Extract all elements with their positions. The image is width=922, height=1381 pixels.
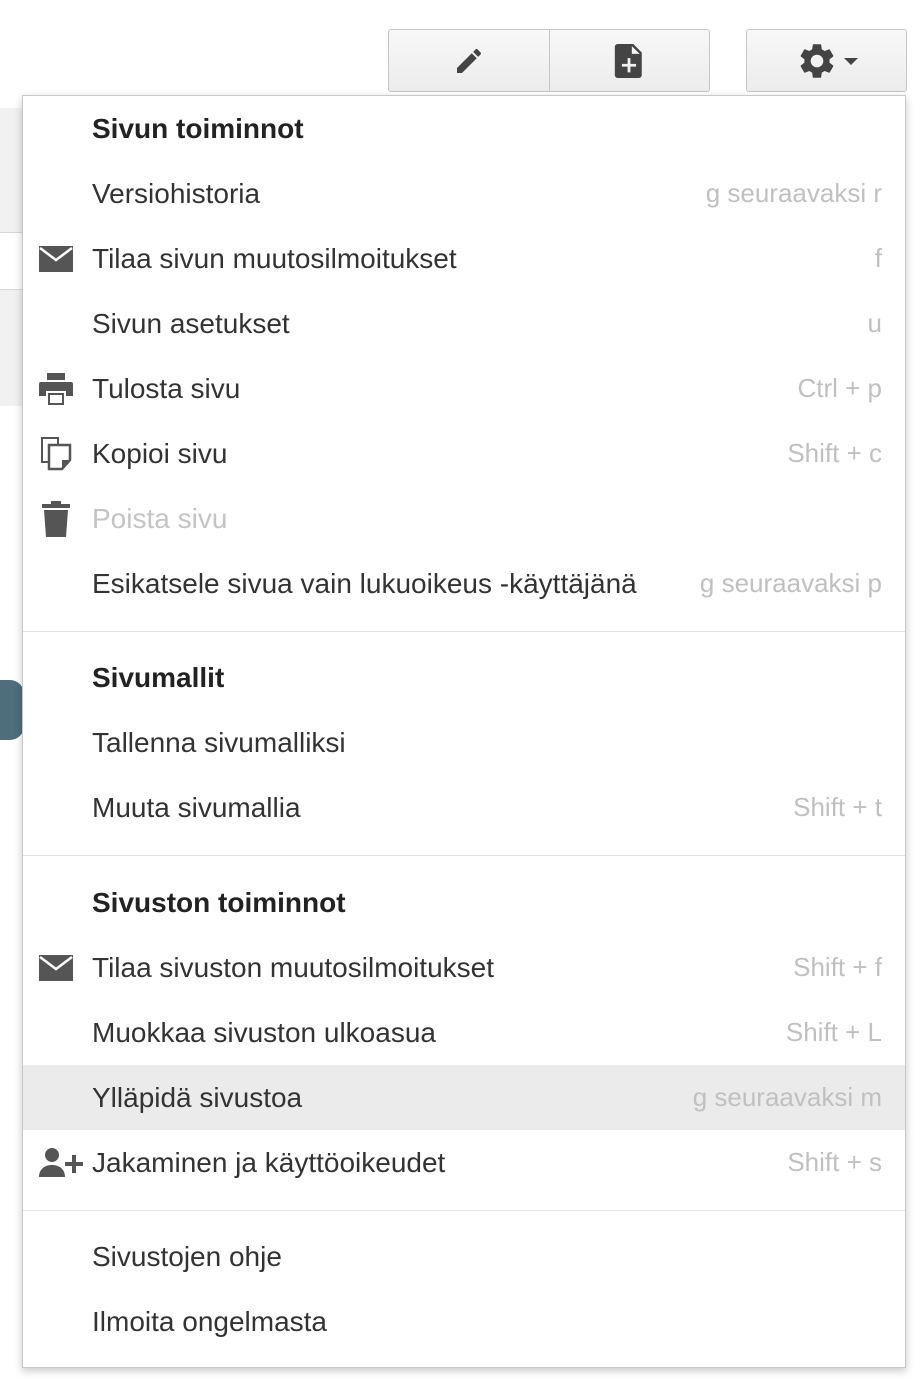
- add-person-icon: [38, 1145, 84, 1181]
- menu-item-label: Sivustojen ohje: [92, 1240, 282, 1272]
- gear-icon: [796, 40, 838, 82]
- new-page-button[interactable]: [548, 30, 710, 91]
- menu-item-label: Tilaa sivuston muutosilmoitukset: [92, 951, 495, 983]
- menu-item-subscribe-site-changes[interactable]: Tilaa sivuston muutosilmoitukset Shift +…: [23, 935, 905, 1000]
- chevron-down-icon: [843, 56, 858, 66]
- menu-divider: [23, 855, 905, 856]
- menu-item-shortcut: Shift + c: [787, 438, 882, 468]
- menu-item-label: Tallenna sivumalliksi: [92, 726, 346, 758]
- menu-item-delete-page: Poista sivu: [23, 486, 905, 551]
- more-actions-menu: Sivun toiminnot Versiohistoria g seuraav…: [22, 95, 906, 1368]
- menu-item-label: Esikatsele sivua vain lukuoikeus -käyttä…: [92, 567, 637, 599]
- envelope-icon: [38, 950, 74, 986]
- page-background-field: [0, 232, 24, 290]
- menu-item-label: Muokkaa sivuston ulkoasua: [92, 1016, 436, 1048]
- pencil-icon: [453, 45, 485, 77]
- more-actions-button[interactable]: [747, 30, 906, 91]
- menu-item-label: Ilmoita ongelmasta: [92, 1305, 328, 1337]
- copy-icon: [38, 436, 74, 472]
- menu-item-shortcut: Shift + s: [787, 1147, 882, 1177]
- menu-item-shortcut: g seuraavaksi p: [699, 568, 882, 598]
- menu-item-change-template[interactable]: Muuta sivumallia Shift + t: [23, 775, 905, 840]
- menu-item-shortcut: Shift + L: [785, 1017, 882, 1047]
- menu-item-sharing-permissions[interactable]: Jakaminen ja käyttöoikeudet Shift + s: [23, 1130, 905, 1195]
- menu-item-label: Ylläpidä sivustoa: [92, 1081, 303, 1113]
- menu-item-subscribe-page-changes[interactable]: Tilaa sivun muutosilmoitukset f: [23, 226, 905, 291]
- menu-item-edit-site-layout[interactable]: Muokkaa sivuston ulkoasua Shift + L: [23, 1000, 905, 1065]
- trash-icon: [38, 500, 74, 537]
- menu-item-shortcut: g seuraavaksi r: [705, 178, 882, 208]
- menu-item-label: Muuta sivumallia: [92, 791, 301, 823]
- menu-divider: [23, 631, 905, 632]
- section-title-page-actions: Sivun toiminnot: [92, 113, 304, 144]
- page-background-accent: [0, 680, 24, 740]
- menu-item-page-settings[interactable]: Sivun asetukset u: [23, 291, 905, 356]
- menu-item-label: Jakaminen ja käyttöoikeudet: [92, 1146, 446, 1178]
- new-page-icon: [614, 43, 644, 78]
- menu-item-shortcut: f: [874, 243, 882, 273]
- menu-item-report-issue[interactable]: Ilmoita ongelmasta: [23, 1289, 905, 1354]
- menu-item-preview-as-viewer[interactable]: Esikatsele sivua vain lukuoikeus -käyttä…: [23, 551, 905, 616]
- menu-item-shortcut: Shift + t: [793, 792, 882, 822]
- menu-item-version-history[interactable]: Versiohistoria g seuraavaksi r: [23, 161, 905, 226]
- section-title-site-actions: Sivuston toiminnot: [92, 887, 346, 918]
- printer-icon: [38, 371, 74, 407]
- edit-page-button[interactable]: [389, 30, 549, 91]
- menu-item-copy-page[interactable]: Kopioi sivu Shift + c: [23, 421, 905, 486]
- menu-item-save-as-template[interactable]: Tallenna sivumalliksi: [23, 710, 905, 775]
- section-title-templates: Sivumallit: [92, 662, 225, 693]
- menu-item-shortcut: Ctrl + p: [797, 373, 882, 403]
- menu-item-label: Tulosta sivu: [92, 372, 241, 404]
- menu-item-shortcut: Shift + f: [793, 952, 882, 982]
- menu-item-sites-help[interactable]: Sivustojen ohje: [23, 1224, 905, 1289]
- menu-item-label: Versiohistoria: [92, 177, 261, 209]
- edit-toolbar: [388, 29, 710, 92]
- menu-item-label: Poista sivu: [92, 502, 228, 534]
- more-actions-toolbar: [746, 29, 907, 92]
- envelope-icon: [38, 241, 74, 277]
- menu-divider: [23, 1210, 905, 1211]
- menu-item-manage-site[interactable]: Ylläpidä sivustoa g seuraavaksi m: [23, 1065, 905, 1130]
- menu-item-shortcut: u: [867, 308, 882, 338]
- menu-item-label: Sivun asetukset: [92, 307, 290, 339]
- menu-item-print-page[interactable]: Tulosta sivu Ctrl + p: [23, 356, 905, 421]
- menu-item-label: Tilaa sivun muutosilmoitukset: [92, 242, 457, 274]
- menu-item-shortcut: g seuraavaksi m: [692, 1082, 882, 1112]
- menu-item-label: Kopioi sivu: [92, 437, 228, 469]
